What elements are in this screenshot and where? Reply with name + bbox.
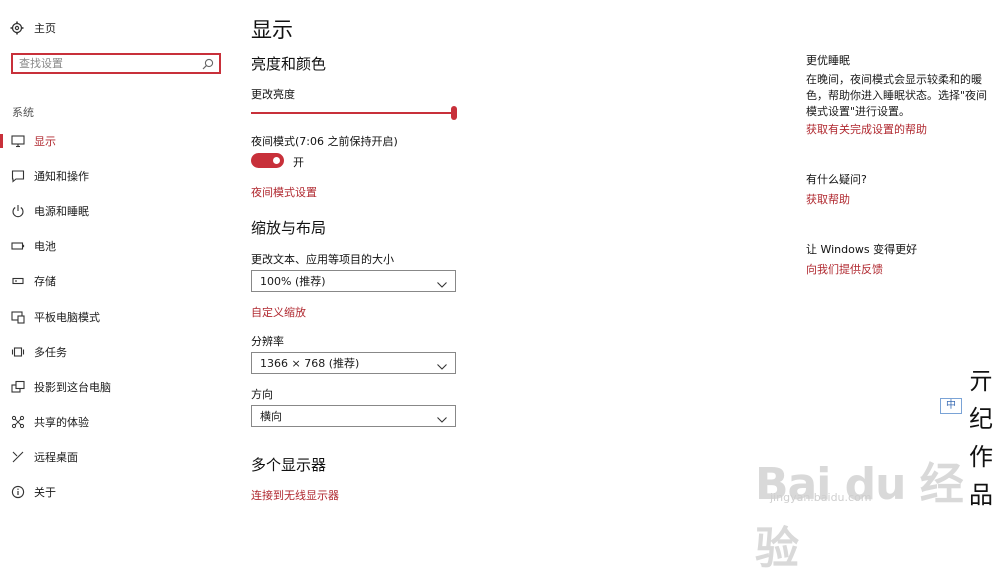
project-icon — [11, 380, 25, 394]
tablet-icon — [11, 310, 25, 324]
sidebar-item-display[interactable]: 显示 — [0, 128, 230, 154]
orientation-value: 横向 — [260, 410, 282, 423]
share-icon — [11, 415, 25, 429]
sidebar-item-label: 共享的体验 — [34, 416, 89, 429]
sidebar-item-about[interactable]: 关于 — [0, 479, 230, 505]
night-mode-settings-link[interactable]: 夜间模式设置 — [251, 184, 317, 200]
scale-value: 100% (推荐) — [260, 275, 326, 288]
message-icon — [11, 169, 25, 183]
baidu-watermark-url: jingyan.baidu.com — [770, 491, 872, 504]
resolution-dropdown[interactable]: 1366 × 768 (推荐) — [251, 352, 456, 374]
battery-icon — [11, 239, 25, 253]
section-title-multiple-displays: 多个显示器 — [251, 456, 327, 474]
chevron-down-icon — [437, 360, 447, 370]
brightness-label: 更改亮度 — [251, 88, 295, 101]
scale-label: 更改文本、应用等项目的大小 — [251, 253, 394, 266]
chevron-down-icon — [437, 413, 447, 423]
resolution-value: 1366 × 768 (推荐) — [260, 357, 360, 370]
toggle-knob — [273, 157, 280, 164]
sidebar-item-battery[interactable]: 电池 — [0, 233, 230, 259]
sidebar-item-power[interactable]: 电源和睡眠 — [0, 198, 230, 224]
search-input[interactable] — [13, 57, 201, 70]
signature-char: 亓 — [969, 367, 993, 395]
sleep-description: 在晚间，夜间模式会显示较柔和的暖色，帮助你进入睡眠状态。选择"夜间模式设置"进行… — [806, 73, 988, 118]
sidebar-item-label: 投影到这台电脑 — [34, 381, 111, 394]
night-mode-toggle[interactable] — [251, 153, 284, 168]
signature-char: 纪 — [969, 405, 993, 433]
author-signature: 亓 纪 作 品 — [962, 362, 1000, 514]
chevron-down-icon — [437, 278, 447, 288]
orientation-label: 方向 — [251, 388, 273, 401]
sidebar-item-label: 关于 — [34, 486, 56, 499]
section-title-scale: 缩放与布局 — [251, 219, 327, 237]
storage-icon — [11, 274, 25, 288]
slider-thumb[interactable] — [451, 106, 457, 120]
sidebar-item-notifications[interactable]: 通知和操作 — [0, 163, 230, 189]
sidebar-item-label: 远程桌面 — [34, 451, 78, 464]
night-mode-label: 夜间模式(7:06 之前保持开启) — [251, 135, 398, 148]
get-help-link[interactable]: 获取帮助 — [806, 191, 996, 207]
power-icon — [11, 204, 25, 218]
info-icon — [11, 485, 25, 499]
sidebar-item-label: 电池 — [34, 240, 56, 253]
search-box[interactable] — [11, 53, 221, 74]
section-title-brightness: 亮度和颜色 — [251, 55, 327, 73]
question-title: 有什么疑问? — [806, 173, 867, 186]
signature-char: 品 — [969, 481, 993, 509]
sidebar-item-tablet-mode[interactable]: 平板电脑模式 — [0, 304, 230, 330]
night-mode-state: 开 — [293, 156, 304, 169]
sidebar-item-label: 显示 — [34, 135, 56, 148]
home-link[interactable]: 主页 — [10, 20, 56, 36]
sidebar-item-label: 平板电脑模式 — [34, 311, 100, 324]
sidebar-item-multitasking[interactable]: 多任务 — [0, 339, 230, 365]
sleep-title: 更优睡眠 — [806, 54, 850, 67]
page-title: 显示 — [251, 18, 293, 42]
connect-wireless-display-link[interactable]: 连接到无线显示器 — [251, 487, 339, 503]
sidebar-item-project[interactable]: 投影到这台电脑 — [0, 374, 230, 400]
sidebar-item-label: 通知和操作 — [34, 170, 89, 183]
home-label: 主页 — [34, 22, 56, 35]
improve-title: 让 Windows 变得更好 — [806, 243, 918, 256]
sidebar-item-shared-experiences[interactable]: 共享的体验 — [0, 409, 230, 435]
scale-dropdown[interactable]: 100% (推荐) — [251, 270, 456, 292]
section-label-system: 系统 — [12, 106, 34, 119]
multitask-icon — [11, 345, 25, 359]
sidebar-item-remote-desktop[interactable]: 远程桌面 — [0, 444, 230, 470]
resolution-label: 分辨率 — [251, 335, 284, 348]
brightness-slider[interactable] — [251, 106, 457, 120]
sidebar-item-label: 电源和睡眠 — [34, 205, 89, 218]
sidebar-item-label: 存储 — [34, 275, 56, 288]
active-indicator — [0, 134, 3, 148]
sidebar-item-label: 多任务 — [34, 346, 67, 359]
remote-icon — [11, 450, 25, 464]
feedback-link[interactable]: 向我们提供反馈 — [806, 261, 996, 277]
search-icon[interactable] — [201, 57, 215, 71]
gear-icon — [10, 21, 24, 35]
ime-indicator: 中 — [940, 398, 962, 414]
help-complete-settings-link[interactable]: 获取有关完成设置的帮助 — [806, 121, 996, 137]
slider-track — [251, 112, 451, 114]
orientation-dropdown[interactable]: 横向 — [251, 405, 456, 427]
signature-char: 作 — [969, 443, 993, 471]
monitor-icon — [11, 134, 25, 148]
custom-scale-link[interactable]: 自定义缩放 — [251, 304, 306, 320]
sidebar-item-storage[interactable]: 存储 — [0, 268, 230, 294]
